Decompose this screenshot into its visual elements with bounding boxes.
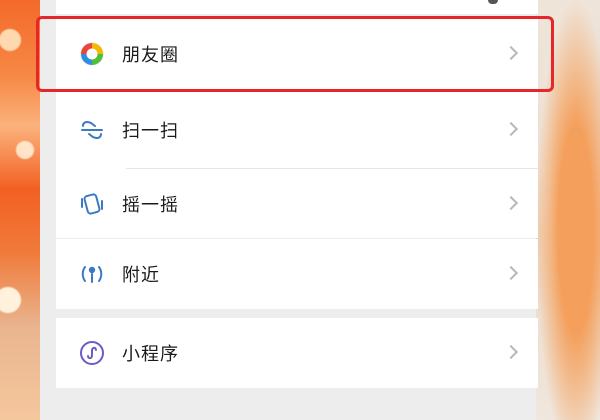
previous-card-edge (56, 0, 538, 14)
mini-program-icon (78, 339, 106, 367)
discover-panel: 朋友圈 扫一扫 摇一摇 附近 小程序 (40, 0, 538, 420)
menu-item-shake[interactable]: 摇一摇 (56, 169, 538, 238)
menu-item-label: 摇一摇 (122, 194, 179, 216)
mini-programs-card: 小程序 (56, 318, 538, 388)
nearby-icon (78, 260, 106, 288)
chevron-right-icon (503, 344, 519, 360)
menu-item-moments[interactable]: 朋友圈 (56, 16, 538, 92)
menu-item-label: 附近 (122, 265, 160, 286)
menu-item-nearby[interactable]: 附近 (56, 239, 538, 309)
chevron-right-icon (503, 45, 519, 61)
background-photo-left (0, 0, 40, 420)
badge-dot (488, 0, 498, 4)
menu-item-label: 朋友圈 (122, 45, 179, 66)
menu-item-label: 小程序 (122, 344, 179, 365)
scan-icon (78, 116, 106, 144)
shake-icon (78, 190, 106, 218)
menu-item-scan[interactable]: 扫一扫 (56, 92, 538, 168)
chevron-right-icon (503, 121, 519, 137)
nearby-card: 附近 (56, 239, 538, 309)
menu-item-label: 扫一扫 (122, 121, 179, 142)
background-photo-right (536, 0, 600, 420)
menu-item-mini-programs[interactable]: 小程序 (56, 318, 538, 388)
chevron-right-icon (503, 195, 519, 210)
moments-card: 朋友圈 (56, 16, 538, 92)
moments-icon (78, 40, 106, 68)
scan-shake-card: 扫一扫 摇一摇 (56, 92, 538, 238)
chevron-right-icon (503, 265, 519, 281)
